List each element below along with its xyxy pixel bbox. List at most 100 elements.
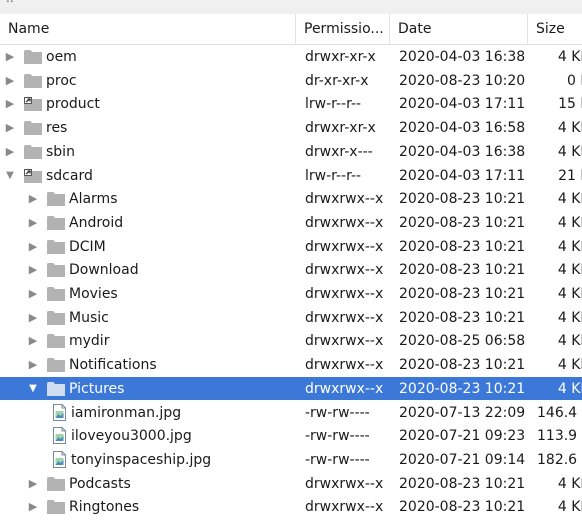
folder-link-icon xyxy=(24,168,42,183)
folder-row[interactable]: ▶ DCIM drwxrwx--x 2020-08-23 10:21 4 KB xyxy=(0,235,582,259)
collapsed-arrow-icon[interactable]: ▶ xyxy=(27,357,39,373)
row-date: 2020-07-13 22:09 xyxy=(399,404,526,421)
row-name: Alarms xyxy=(69,191,118,208)
row-size: 15 B xyxy=(529,92,582,116)
folder-row[interactable]: ▶ proc dr-xr-xr-x 2020-08-23 10:20 0 B xyxy=(0,69,582,93)
row-name: tonyinspaceship.jpg xyxy=(71,451,212,468)
folder-row[interactable]: ▶ res drwxr-xr-x 2020-04-03 16:58 4 KB xyxy=(0,116,582,140)
folder-row[interactable]: ▶ Podcasts drwxrwx--x 2020-08-23 10:21 4 KB xyxy=(0,472,582,496)
row-size: 21 B xyxy=(529,164,582,188)
folder-row[interactable]: ▶ Music drwxrwx--x 2020-08-23 10:21 4 KB xyxy=(0,306,582,330)
folder-row[interactable]: ▶ Android drwxrwx--x 2020-08-23 10:21 4 KB xyxy=(0,211,582,235)
row-name: sdcard xyxy=(46,167,93,184)
row-size: 0 B xyxy=(529,69,582,93)
folder-icon xyxy=(47,239,65,254)
row-size-value: 4 KB xyxy=(557,214,582,231)
row-name: Podcasts xyxy=(69,475,131,492)
row-permissions: drwxrwx--x xyxy=(305,262,384,279)
collapsed-arrow-icon[interactable]: ▶ xyxy=(27,476,39,492)
collapsed-arrow-icon[interactable]: ▶ xyxy=(27,215,39,231)
folder-row[interactable]: ▶ product lrw-r--r-- 2020-04-03 17:11 15 B xyxy=(0,92,582,116)
expanded-arrow-icon[interactable]: ▼ xyxy=(4,168,16,184)
row-name: res xyxy=(46,120,68,137)
column-header-permissions[interactable]: Permissio... xyxy=(296,14,390,44)
row-size: 4 KB xyxy=(529,235,582,259)
row-size: 4 KB xyxy=(529,140,582,164)
row-size-value: 146.4 KB xyxy=(537,404,582,421)
row-permissions: drwxr-xr-x xyxy=(305,120,376,137)
row-size-value: 4 KB xyxy=(557,262,582,279)
folder-icon xyxy=(47,192,65,207)
column-header: Name Permissio... Date Size xyxy=(0,14,582,45)
row-permissions: drwxrwx--x xyxy=(305,357,384,374)
row-name: Pictures xyxy=(69,380,125,397)
collapsed-arrow-icon[interactable]: ▶ xyxy=(4,49,16,65)
folder-row[interactable]: ▼ Pictures drwxrwx--x 2020-08-23 10:21 4 KB xyxy=(0,376,582,401)
folder-row[interactable]: ▶ Movies drwxrwx--x 2020-08-23 10:21 4 KB xyxy=(0,282,582,306)
row-size-value: 21 B xyxy=(558,167,582,184)
row-size: 113.9 KB xyxy=(529,424,582,448)
row-size: 4 KB xyxy=(529,353,582,377)
collapsed-arrow-icon[interactable]: ▶ xyxy=(27,333,39,349)
collapsed-arrow-icon[interactable]: ▶ xyxy=(4,73,16,89)
expanded-arrow-icon[interactable]: ▼ xyxy=(27,381,39,397)
row-size-value: 4 KB xyxy=(557,238,582,255)
image-file-icon xyxy=(53,403,66,421)
collapsed-arrow-icon[interactable]: ▶ xyxy=(4,144,16,160)
column-header-size[interactable]: Size xyxy=(528,14,582,44)
collapsed-arrow-icon[interactable]: ▶ xyxy=(27,499,39,515)
row-permissions: lrw-r--r-- xyxy=(305,96,362,113)
folder-row[interactable]: ▶ oem drwxr-xr-x 2020-04-03 16:38 4 KB xyxy=(0,45,582,69)
row-permissions: drwxrwx--x xyxy=(305,499,384,516)
row-name: Music xyxy=(69,309,109,326)
folder-icon xyxy=(47,310,65,325)
folder-icon xyxy=(47,334,65,349)
row-size: 4 KB xyxy=(529,495,582,519)
collapsed-arrow-icon[interactable]: ▶ xyxy=(4,120,16,136)
row-permissions: drwxrwx--x xyxy=(305,286,384,302)
folder-icon xyxy=(47,358,65,373)
row-name: product xyxy=(46,96,100,113)
row-date: 2020-08-23 10:21 xyxy=(399,191,526,208)
row-name: mydir xyxy=(69,333,110,350)
row-name: iamironman.jpg xyxy=(71,404,182,421)
folder-row[interactable]: ▶ mydir drwxrwx--x 2020-08-25 06:58 4 KB xyxy=(0,329,582,353)
row-name: Notifications xyxy=(69,357,157,374)
folder-row[interactable]: ▶ Notifications drwxrwx--x 2020-08-23 10:21… xyxy=(0,353,582,377)
collapsed-arrow-icon[interactable]: ▶ xyxy=(27,239,39,255)
folder-row[interactable]: ▶ Alarms drwxrwx--x 2020-08-23 10:21 4 KB xyxy=(0,187,582,211)
row-date: 2020-08-23 10:21 xyxy=(399,357,526,374)
row-permissions: drwxrwx--x xyxy=(305,191,384,208)
row-size-value: 4 KB xyxy=(557,499,582,516)
row-permissions: drwxrwx--x xyxy=(305,333,384,350)
row-date: 2020-08-23 10:20 xyxy=(399,72,526,89)
file-row[interactable]: iloveyou3000.jpg -rw-rw---- 2020-07-21 09:… xyxy=(0,424,582,448)
row-permissions: -rw-rw---- xyxy=(305,404,370,421)
collapsed-arrow-icon[interactable]: ▶ xyxy=(27,262,39,278)
row-date: 2020-08-23 10:21 xyxy=(399,380,526,397)
folder-row[interactable]: ▶ Download drwxrwx--x 2020-08-23 10:21 4 KB xyxy=(0,258,582,282)
collapsed-arrow-icon[interactable]: ▶ xyxy=(4,96,16,112)
row-date: 2020-04-03 17:11 xyxy=(399,96,526,113)
column-header-name[interactable]: Name xyxy=(0,14,296,44)
collapsed-arrow-icon[interactable]: ▶ xyxy=(27,191,39,207)
row-name: sbin xyxy=(46,143,75,160)
row-size: 4 KB xyxy=(529,116,582,140)
row-size-value: 4 KB xyxy=(557,49,582,65)
row-date: 2020-08-23 10:21 xyxy=(399,309,526,326)
collapsed-arrow-icon[interactable]: ▶ xyxy=(27,310,39,326)
folder-row[interactable]: ▶ Ringtones drwxrwx--x 2020-08-23 10:21 4 KB xyxy=(0,495,582,519)
row-permissions: drwxrwx--x xyxy=(305,309,384,326)
file-row[interactable]: iamironman.jpg -rw-rw---- 2020-07-13 22:09… xyxy=(0,401,582,425)
collapsed-arrow-icon[interactable]: ▶ xyxy=(27,286,39,302)
row-name: DCIM xyxy=(69,238,106,255)
row-size-value: 4 KB xyxy=(557,380,582,397)
row-size-value: 0 B xyxy=(567,72,582,89)
folder-row[interactable]: ▶ sbin drwxr-x--- 2020-04-03 16:38 4 KB xyxy=(0,140,582,164)
row-permissions: drwxr-xr-x xyxy=(305,49,376,65)
file-row[interactable]: tonyinspaceship.jpg -rw-rw---- 2020-07-21 … xyxy=(0,448,582,472)
row-size-value: 4 KB xyxy=(557,191,582,208)
folder-link-icon xyxy=(24,97,42,112)
folder-row[interactable]: ▼ sdcard lrw-r--r-- 2020-04-03 17:11 21 B xyxy=(0,164,582,188)
column-header-date[interactable]: Date xyxy=(390,14,528,44)
